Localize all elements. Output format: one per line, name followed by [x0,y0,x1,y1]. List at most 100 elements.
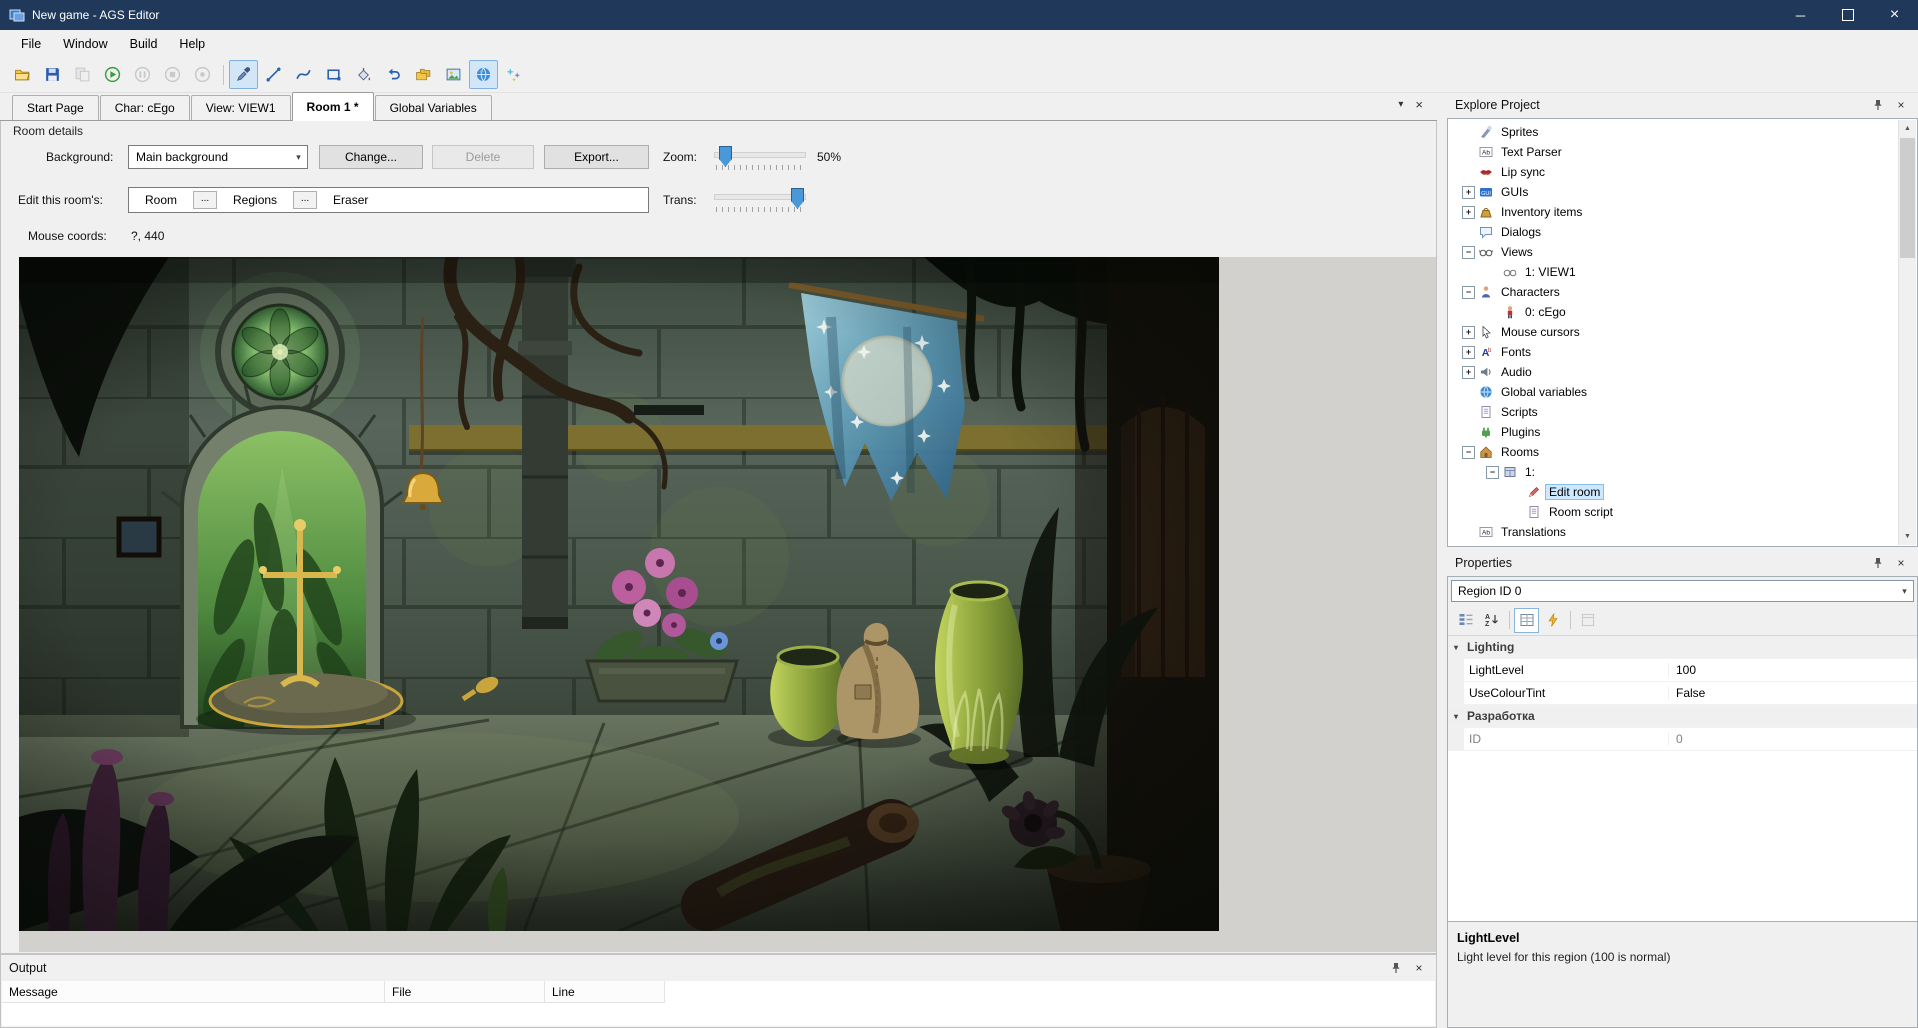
collapse-icon[interactable]: − [1462,286,1475,299]
edit-mode-eraser[interactable]: Eraser [331,193,370,207]
property-row-id[interactable]: ID 0 [1448,728,1917,751]
export-image-button[interactable] [439,60,468,89]
menu-window[interactable]: Window [52,32,118,56]
tab-global-variables[interactable]: Global Variables [375,95,492,120]
tree-item-guis[interactable]: +GUIGUIs [1448,182,1917,202]
close-button[interactable]: × [1871,0,1918,30]
curve-tool-button[interactable] [289,60,318,89]
minimize-button[interactable]: ─ [1777,0,1824,30]
pin-icon[interactable] [1387,960,1405,976]
fill-tool-button[interactable] [349,60,378,89]
regions-more-button[interactable]: ... [293,191,317,209]
open-file-button[interactable] [8,60,37,89]
output-column-file[interactable]: File [385,981,545,1003]
tab-char-cego[interactable]: Char: cEgo [100,95,190,120]
output-column-message[interactable]: Message [2,981,385,1003]
tree-item-text-parser[interactable]: AbText Parser [1448,142,1917,162]
pin-icon[interactable] [1869,97,1887,113]
collapse-icon[interactable]: − [1462,246,1475,259]
tree-item-views[interactable]: −Views [1448,242,1917,262]
tree-item-inventory-items[interactable]: +Inventory items [1448,202,1917,222]
change-background-button[interactable]: Change... [319,145,423,169]
alphabetical-button[interactable]: AZ [1479,608,1504,633]
tree-item-edit-room[interactable]: Edit room [1448,482,1917,502]
rectangle-tool-button[interactable] [319,60,348,89]
zoom-slider[interactable] [714,143,806,171]
property-row-usecolourtint[interactable]: UseColourTint False [1448,682,1917,705]
collapse-icon[interactable]: − [1486,466,1499,479]
events-button[interactable] [1540,608,1565,633]
close-icon[interactable]: × [1892,555,1910,571]
edit-mode-regions[interactable]: Regions [231,193,279,207]
close-icon[interactable]: × [1410,960,1428,976]
tree-item-lip-sync[interactable]: Lip sync [1448,162,1917,182]
expand-icon[interactable]: + [1462,326,1475,339]
trans-slider-thumb[interactable] [791,188,804,209]
tree-item-characters[interactable]: −Characters [1448,282,1917,302]
tab-close-icon[interactable]: × [1415,97,1423,112]
pause-button[interactable] [128,60,157,89]
output-column-line[interactable]: Line [545,981,665,1003]
tree-item-audio[interactable]: +Audio [1448,362,1917,382]
tree-item-room-1[interactable]: −1: [1448,462,1917,482]
expand-icon[interactable]: + [1462,186,1475,199]
tab-list-chevron-icon[interactable]: ▾ [1398,99,1403,110]
tree-scrollbar[interactable]: ▲ ▼ [1898,120,1916,545]
game-preview-button[interactable] [469,60,498,89]
property-value[interactable]: 100 [1669,663,1696,677]
expand-icon[interactable]: + [1462,206,1475,219]
tree-item-global-variables[interactable]: Global variables [1448,382,1917,402]
expand-icon[interactable]: + [1462,366,1475,379]
delete-background-button[interactable]: Delete [432,145,534,169]
room-background-image[interactable] [19,257,1219,931]
stop-button[interactable] [158,60,187,89]
tree-item-plugins[interactable]: Plugins [1448,422,1917,442]
category-lighting[interactable]: ▾ Lighting [1448,636,1917,659]
collapse-icon[interactable]: − [1462,446,1475,459]
trans-slider[interactable] [714,185,806,213]
expand-icon[interactable]: + [1462,346,1475,359]
maximize-button[interactable] [1824,0,1871,30]
tab-start-page[interactable]: Start Page [12,95,99,120]
scroll-down-icon[interactable]: ▼ [1899,528,1916,545]
step-button[interactable] [188,60,217,89]
property-pages-button[interactable] [1575,608,1600,633]
tree-item-mouse-cursors[interactable]: +Mouse cursors [1448,322,1917,342]
copy-button[interactable] [68,60,97,89]
export-background-button[interactable]: Export... [544,145,649,169]
tree-item-scripts[interactable]: Scripts [1448,402,1917,422]
edit-mode-room[interactable]: Room [143,193,179,207]
tab-room-1[interactable]: Room 1 * [292,92,374,121]
tree-item-sprites[interactable]: Sprites [1448,122,1917,142]
scrollbar-thumb[interactable] [1900,138,1915,258]
effects-button[interactable] [499,60,528,89]
background-select[interactable]: Main background ▾ [128,145,308,169]
menu-build[interactable]: Build [119,32,169,56]
menu-file[interactable]: File [10,32,52,56]
property-value[interactable]: False [1669,686,1705,700]
category-development[interactable]: ▾ Разработка [1448,705,1917,728]
tree-item-view1[interactable]: 1: VIEW1 [1448,262,1917,282]
tree-item-fonts[interactable]: +AbFonts [1448,342,1917,362]
zoom-slider-thumb[interactable] [719,146,732,167]
tree-item-translations[interactable]: AbTranslations [1448,522,1917,542]
room-more-button[interactable]: ... [193,191,217,209]
room-canvas[interactable] [19,257,1436,952]
property-row-lightlevel[interactable]: LightLevel 100 [1448,659,1917,682]
categorized-button[interactable] [1453,608,1478,633]
close-icon[interactable]: × [1892,97,1910,113]
tree-item-cego[interactable]: 0: cEgo [1448,302,1917,322]
import-folder-button[interactable] [409,60,438,89]
save-button[interactable] [38,60,67,89]
eyedropper-tool-button[interactable] [229,60,258,89]
line-tool-button[interactable] [259,60,288,89]
tree-item-rooms[interactable]: −Rooms [1448,442,1917,462]
tree-item-dialogs[interactable]: Dialogs [1448,222,1917,242]
undo-button[interactable] [379,60,408,89]
run-button[interactable] [98,60,127,89]
menu-help[interactable]: Help [168,32,216,56]
properties-object-selector[interactable]: Region ID 0 ▾ [1451,580,1914,602]
scroll-up-icon[interactable]: ▲ [1899,120,1916,137]
tab-view-view1[interactable]: View: VIEW1 [191,95,291,120]
tree-item-room-script[interactable]: Room script [1448,502,1917,522]
